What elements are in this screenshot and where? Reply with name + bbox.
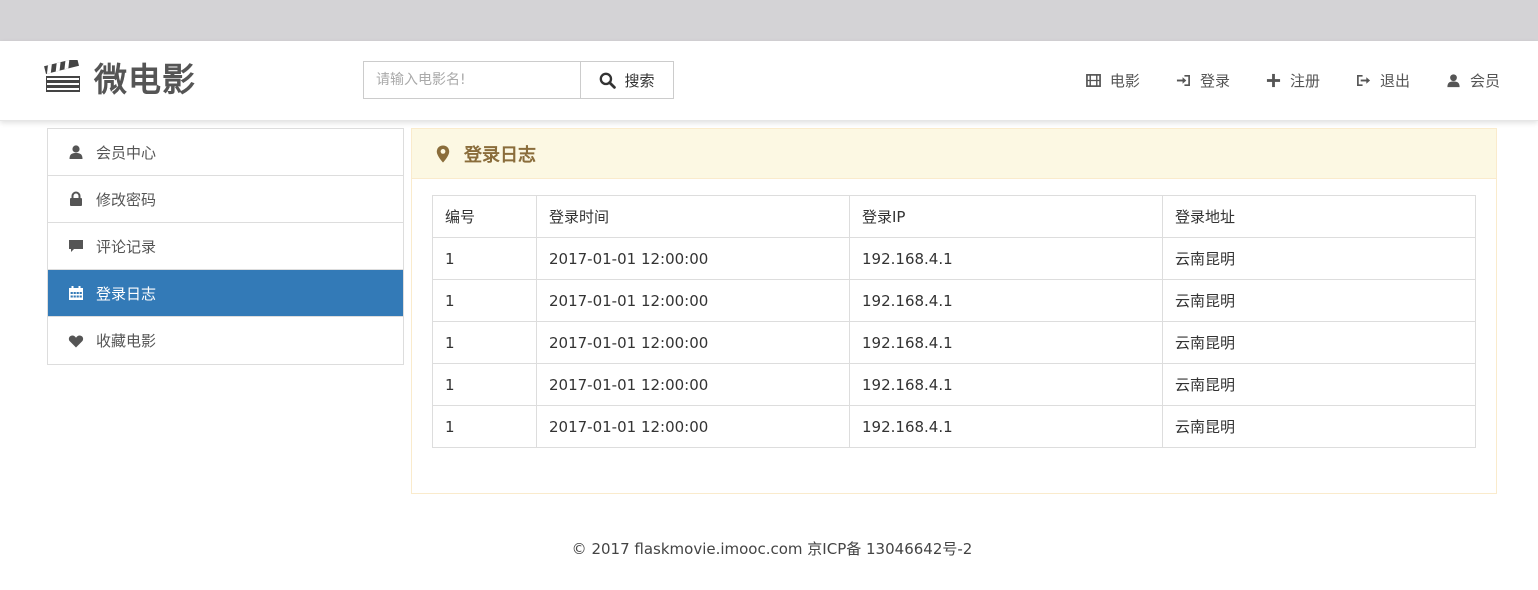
cell-login-address: 云南昆明 — [1162, 279, 1476, 322]
cell-login-address: 云南昆明 — [1162, 321, 1476, 364]
search-icon — [600, 72, 617, 89]
search-input[interactable] — [363, 61, 580, 99]
film-icon — [1086, 73, 1101, 87]
table-row: 1 2017-01-01 12:00:00 192.168.4.1 云南昆明 — [432, 237, 1476, 280]
cell-login-time: 2017-01-01 12:00:00 — [536, 363, 850, 406]
nav-login[interactable]: 登录 — [1176, 70, 1230, 91]
cell-login-time: 2017-01-01 12:00:00 — [536, 405, 850, 448]
cell-id: 1 — [432, 237, 537, 280]
user-icon — [69, 145, 83, 159]
sidebar-item-label: 会员中心 — [96, 143, 157, 162]
column-header-login-ip: 登录IP — [849, 195, 1163, 238]
plus-icon — [1266, 73, 1281, 87]
cell-login-ip: 192.168.4.1 — [849, 321, 1163, 364]
search-form: 搜索 — [363, 61, 674, 99]
cell-login-time: 2017-01-01 12:00:00 — [536, 237, 850, 280]
nav-movies[interactable]: 电影 — [1086, 70, 1140, 91]
cell-login-ip: 192.168.4.1 — [849, 279, 1163, 322]
nav-member-label: 会员 — [1469, 71, 1500, 90]
nav-register-label: 注册 — [1289, 71, 1320, 90]
nav-movies-label: 电影 — [1109, 71, 1140, 90]
sidebar-item-label: 评论记录 — [96, 237, 157, 256]
login-log-panel: 登录日志 编号 登录时间 登录IP 登录地址 1 2017-01-01 12:0… — [411, 128, 1497, 494]
footer-copyright: © 2017 flaskmovie.imooc.com 京ICP备 130466… — [571, 540, 973, 558]
sidebar-item-label: 登录日志 — [96, 284, 157, 303]
cell-login-ip: 192.168.4.1 — [849, 405, 1163, 448]
nav-member[interactable]: 会员 — [1446, 70, 1500, 91]
search-button-label: 搜索 — [624, 71, 655, 90]
browser-top-strip — [0, 0, 1538, 41]
nav-logout-label: 退出 — [1379, 71, 1410, 90]
cell-login-address: 云南昆明 — [1162, 405, 1476, 448]
sidebar-item-label: 收藏电影 — [96, 332, 157, 350]
clapperboard-icon — [44, 60, 80, 92]
brand[interactable]: 微电影 — [44, 55, 196, 99]
calendar-icon — [69, 286, 83, 300]
sidebar-item-change-password[interactable]: 修改密码 — [48, 176, 403, 223]
cell-id: 1 — [432, 363, 537, 406]
navbar: 微电影 搜索 电影 登录 — [0, 41, 1538, 121]
panel-title: 登录日志 — [464, 144, 536, 166]
table-row: 1 2017-01-01 12:00:00 192.168.4.1 云南昆明 — [432, 405, 1476, 448]
member-sidebar: 会员中心 修改密码 评论记录 登录日志 收藏电影 — [47, 128, 404, 365]
table-row: 1 2017-01-01 12:00:00 192.168.4.1 云南昆明 — [432, 363, 1476, 406]
brand-name: 微电影 — [94, 60, 196, 99]
cell-login-address: 云南昆明 — [1162, 363, 1476, 406]
user-icon — [1447, 73, 1460, 87]
lock-icon — [70, 191, 82, 206]
table-row: 1 2017-01-01 12:00:00 192.168.4.1 云南昆明 — [432, 279, 1476, 322]
map-marker-icon — [436, 145, 450, 162]
heart-icon — [68, 335, 84, 347]
cell-login-time: 2017-01-01 12:00:00 — [536, 279, 850, 322]
column-header-login-time: 登录时间 — [536, 195, 850, 238]
sidebar-item-comments[interactable]: 评论记录 — [48, 223, 403, 270]
sidebar-item-login-log[interactable]: 登录日志 — [48, 270, 403, 317]
cell-login-time: 2017-01-01 12:00:00 — [536, 321, 850, 364]
nav-register[interactable]: 注册 — [1266, 70, 1320, 91]
log-out-icon — [1357, 74, 1371, 86]
nav-logout[interactable]: 退出 — [1356, 70, 1410, 91]
nav-links: 电影 登录 注册 退出 会员 — [1050, 66, 1500, 94]
cell-login-address: 云南昆明 — [1162, 237, 1476, 280]
sidebar-item-favorites[interactable]: 收藏电影 — [48, 317, 403, 364]
table-row: 1 2017-01-01 12:00:00 192.168.4.1 云南昆明 — [432, 321, 1476, 364]
sidebar-item-label: 修改密码 — [96, 190, 157, 209]
column-header-id: 编号 — [432, 195, 537, 238]
comment-icon — [69, 240, 83, 252]
search-button[interactable]: 搜索 — [580, 61, 674, 99]
login-log-table: 编号 登录时间 登录IP 登录地址 1 2017-01-01 12:00:00 … — [432, 195, 1476, 448]
nav-login-label: 登录 — [1199, 71, 1230, 90]
cell-login-ip: 192.168.4.1 — [849, 363, 1163, 406]
cell-id: 1 — [432, 279, 537, 322]
table-header-row: 编号 登录时间 登录IP 登录地址 — [432, 195, 1476, 238]
panel-heading: 登录日志 — [412, 129, 1496, 179]
cell-login-ip: 192.168.4.1 — [849, 237, 1163, 280]
column-header-login-address: 登录地址 — [1162, 195, 1476, 238]
sidebar-item-member-center[interactable]: 会员中心 — [48, 129, 403, 176]
cell-id: 1 — [432, 321, 537, 364]
log-in-icon — [1176, 74, 1190, 86]
cell-id: 1 — [432, 405, 537, 448]
